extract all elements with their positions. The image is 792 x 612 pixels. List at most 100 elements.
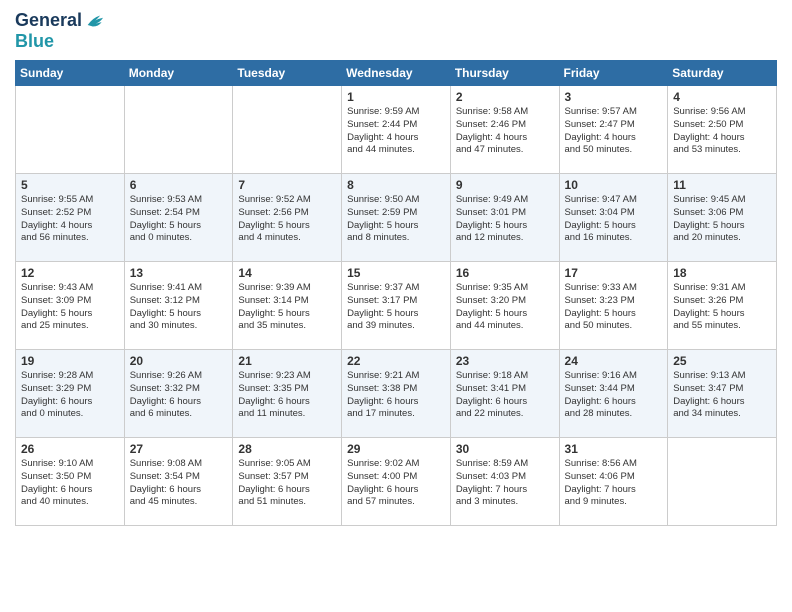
day-number: 25: [673, 354, 771, 368]
day-number: 19: [21, 354, 119, 368]
day-number: 14: [238, 266, 336, 280]
day-number: 27: [130, 442, 228, 456]
day-number: 3: [565, 90, 663, 104]
weekday-friday: Friday: [559, 61, 668, 86]
day-number: 21: [238, 354, 336, 368]
day-cell: 17 Sunrise: 9:33 AM Sunset: 3:23 PM Dayli…: [559, 262, 668, 350]
day-info: Sunrise: 9:13 AM Sunset: 3:47 PM Dayligh…: [673, 370, 771, 421]
day-info: Sunrise: 9:41 AM Sunset: 3:12 PM Dayligh…: [130, 282, 228, 333]
day-cell: 18Sunrise: 9:31 AM Sunset: 3:26 PM Dayli…: [668, 262, 777, 350]
day-number: 13: [130, 266, 228, 280]
calendar-table: SundayMondayTuesdayWednesdayThursdayFrid…: [15, 60, 777, 526]
logo: General Blue: [15, 10, 106, 52]
day-cell: 9Sunrise: 9:49 AM Sunset: 3:01 PM Daylig…: [450, 174, 559, 262]
logo-blue: Blue: [15, 31, 54, 51]
day-cell: 19 Sunrise: 9:28 AM Sunset: 3:29 PM Dayli…: [16, 350, 125, 438]
day-number: 26: [21, 442, 119, 456]
day-number: 24: [565, 354, 663, 368]
day-info: Sunrise: 9:43 AM Sunset: 3:09 PM Dayligh…: [21, 282, 119, 333]
day-number: 28: [238, 442, 336, 456]
day-number: 29: [347, 442, 445, 456]
day-number: 6: [130, 178, 228, 192]
day-info: Sunrise: 9:26 AM Sunset: 3:32 PM Dayligh…: [130, 370, 228, 421]
logo-general: General: [15, 11, 82, 31]
day-info: Sunrise: 9:55 AM Sunset: 2:52 PM Dayligh…: [21, 194, 119, 245]
day-info: Sunrise: 9:52 AM Sunset: 2:56 PM Dayligh…: [238, 194, 336, 245]
day-info: Sunrise: 9:35 AM Sunset: 3:20 PM Dayligh…: [456, 282, 554, 333]
day-cell: 31Sunrise: 8:56 AM Sunset: 4:06 PM Dayli…: [559, 438, 668, 526]
day-cell: [124, 86, 233, 174]
day-number: 11: [673, 178, 771, 192]
day-info: Sunrise: 9:57 AM Sunset: 2:47 PM Dayligh…: [565, 106, 663, 157]
day-info: Sunrise: 9:47 AM Sunset: 3:04 PM Dayligh…: [565, 194, 663, 245]
day-number: 15: [347, 266, 445, 280]
day-cell: 27 Sunrise: 9:08 AM Sunset: 3:54 PM Dayli…: [124, 438, 233, 526]
day-cell: 1 Sunrise: 9:59 AM Sunset: 2:44 PM Daylig…: [342, 86, 451, 174]
day-number: 23: [456, 354, 554, 368]
day-cell: 21 Sunrise: 9:23 AM Sunset: 3:35 PM Dayli…: [233, 350, 342, 438]
week-row-4: 19 Sunrise: 9:28 AM Sunset: 3:29 PM Dayli…: [16, 350, 777, 438]
day-info: Sunrise: 9:05 AM Sunset: 3:57 PM Dayligh…: [238, 458, 336, 509]
day-info: Sunrise: 9:21 AM Sunset: 3:38 PM Dayligh…: [347, 370, 445, 421]
day-cell: 4Sunrise: 9:56 AM Sunset: 2:50 PM Daylig…: [668, 86, 777, 174]
week-row-3: 12Sunrise: 9:43 AM Sunset: 3:09 PM Dayli…: [16, 262, 777, 350]
day-cell: 7 Sunrise: 9:52 AM Sunset: 2:56 PM Daylig…: [233, 174, 342, 262]
day-info: Sunrise: 9:23 AM Sunset: 3:35 PM Dayligh…: [238, 370, 336, 421]
day-cell: [668, 438, 777, 526]
day-cell: 22Sunrise: 9:21 AM Sunset: 3:38 PM Dayli…: [342, 350, 451, 438]
day-number: 10: [565, 178, 663, 192]
day-number: 7: [238, 178, 336, 192]
day-number: 31: [565, 442, 663, 456]
day-info: Sunrise: 8:59 AM Sunset: 4:03 PM Dayligh…: [456, 458, 554, 509]
weekday-saturday: Saturday: [668, 61, 777, 86]
day-info: Sunrise: 9:08 AM Sunset: 3:54 PM Dayligh…: [130, 458, 228, 509]
day-number: 2: [456, 90, 554, 104]
day-number: 16: [456, 266, 554, 280]
day-cell: 20 Sunrise: 9:26 AM Sunset: 3:32 PM Dayli…: [124, 350, 233, 438]
day-info: Sunrise: 9:10 AM Sunset: 3:50 PM Dayligh…: [21, 458, 119, 509]
week-row-2: 5 Sunrise: 9:55 AM Sunset: 2:52 PM Daylig…: [16, 174, 777, 262]
day-cell: 28 Sunrise: 9:05 AM Sunset: 3:57 PM Dayli…: [233, 438, 342, 526]
day-cell: 24Sunrise: 9:16 AM Sunset: 3:44 PM Dayli…: [559, 350, 668, 438]
day-info: Sunrise: 9:50 AM Sunset: 2:59 PM Dayligh…: [347, 194, 445, 245]
day-cell: 29 Sunrise: 9:02 AM Sunset: 4:00 PM Dayli…: [342, 438, 451, 526]
day-number: 5: [21, 178, 119, 192]
day-cell: 25 Sunrise: 9:13 AM Sunset: 3:47 PM Dayli…: [668, 350, 777, 438]
page: General Blue SundayMondayTuesdayWednesda…: [0, 0, 792, 612]
weekday-monday: Monday: [124, 61, 233, 86]
day-info: Sunrise: 9:33 AM Sunset: 3:23 PM Dayligh…: [565, 282, 663, 333]
day-cell: 14 Sunrise: 9:39 AM Sunset: 3:14 PM Dayli…: [233, 262, 342, 350]
day-info: Sunrise: 9:37 AM Sunset: 3:17 PM Dayligh…: [347, 282, 445, 333]
day-info: Sunrise: 9:58 AM Sunset: 2:46 PM Dayligh…: [456, 106, 554, 157]
weekday-header-row: SundayMondayTuesdayWednesdayThursdayFrid…: [16, 61, 777, 86]
day-info: Sunrise: 9:53 AM Sunset: 2:54 PM Dayligh…: [130, 194, 228, 245]
day-info: Sunrise: 9:45 AM Sunset: 3:06 PM Dayligh…: [673, 194, 771, 245]
day-cell: 11 Sunrise: 9:45 AM Sunset: 3:06 PM Dayli…: [668, 174, 777, 262]
day-number: 4: [673, 90, 771, 104]
header: General Blue: [15, 10, 777, 52]
day-info: Sunrise: 9:18 AM Sunset: 3:41 PM Dayligh…: [456, 370, 554, 421]
weekday-tuesday: Tuesday: [233, 61, 342, 86]
day-info: Sunrise: 9:39 AM Sunset: 3:14 PM Dayligh…: [238, 282, 336, 333]
day-cell: 12Sunrise: 9:43 AM Sunset: 3:09 PM Dayli…: [16, 262, 125, 350]
day-cell: 26 Sunrise: 9:10 AM Sunset: 3:50 PM Dayli…: [16, 438, 125, 526]
day-number: 9: [456, 178, 554, 192]
day-number: 17: [565, 266, 663, 280]
day-cell: 5 Sunrise: 9:55 AM Sunset: 2:52 PM Daylig…: [16, 174, 125, 262]
weekday-sunday: Sunday: [16, 61, 125, 86]
weekday-thursday: Thursday: [450, 61, 559, 86]
day-cell: 2 Sunrise: 9:58 AM Sunset: 2:46 PM Daylig…: [450, 86, 559, 174]
day-cell: [233, 86, 342, 174]
day-cell: [16, 86, 125, 174]
day-cell: 13 Sunrise: 9:41 AM Sunset: 3:12 PM Dayli…: [124, 262, 233, 350]
day-cell: 15 Sunrise: 9:37 AM Sunset: 3:17 PM Dayli…: [342, 262, 451, 350]
day-info: Sunrise: 9:59 AM Sunset: 2:44 PM Dayligh…: [347, 106, 445, 157]
day-info: Sunrise: 9:28 AM Sunset: 3:29 PM Dayligh…: [21, 370, 119, 421]
day-number: 20: [130, 354, 228, 368]
day-cell: 6 Sunrise: 9:53 AM Sunset: 2:54 PM Daylig…: [124, 174, 233, 262]
day-number: 1: [347, 90, 445, 104]
day-cell: 10 Sunrise: 9:47 AM Sunset: 3:04 PM Dayli…: [559, 174, 668, 262]
day-info: Sunrise: 9:02 AM Sunset: 4:00 PM Dayligh…: [347, 458, 445, 509]
day-cell: 16 Sunrise: 9:35 AM Sunset: 3:20 PM Dayli…: [450, 262, 559, 350]
logo-bird-icon: [84, 10, 106, 32]
